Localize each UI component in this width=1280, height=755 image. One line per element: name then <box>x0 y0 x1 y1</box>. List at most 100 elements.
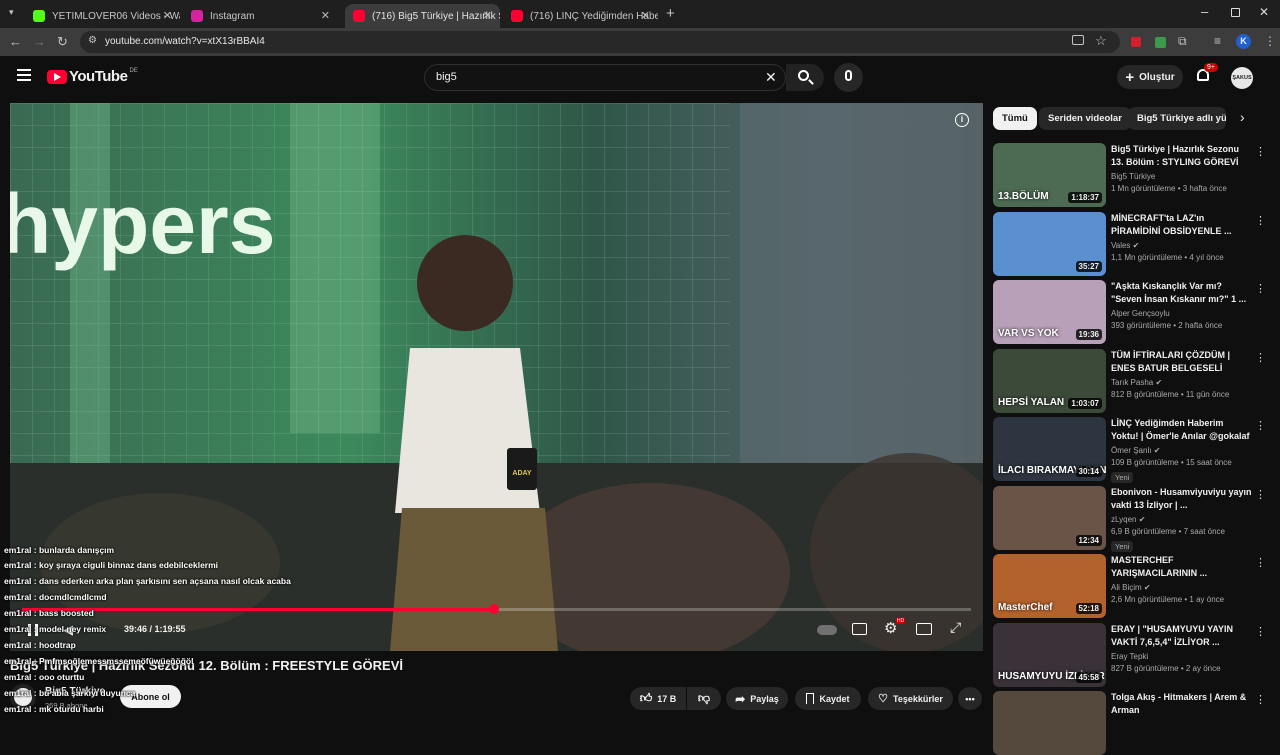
recommendation-item[interactable]: VAR VS YOK 19:36 "Aşkta Kıskançlık Var mı?… <box>993 280 1280 344</box>
video-title[interactable]: Ebonivon - Husamviyuviyu yayın vakti 13 … <box>1111 486 1253 512</box>
channel-name[interactable]: zLyqen ✔ <box>1111 515 1253 524</box>
channel-name[interactable]: Alper Gençsoylu <box>1111 309 1253 318</box>
info-icon[interactable]: i <box>955 113 969 127</box>
search-button[interactable] <box>786 64 824 91</box>
minimize-button[interactable]: – <box>1201 4 1208 19</box>
browser-tab[interactable]: YETIMLOVER06 Videos - Watch✕ <box>25 4 180 28</box>
video-thumbnail[interactable]: VAR VS YOK 19:36 <box>993 280 1106 344</box>
hamburger-menu-icon[interactable] <box>17 69 31 81</box>
recommendation-item[interactable]: İLACI BIRAKMAYI BEN İS30:14LİNÇ Yediğimd… <box>993 417 1280 483</box>
extension-icon[interactable] <box>1131 37 1141 47</box>
recommendation-item[interactable]: HEPSİ YALAN 1:03:07 TÜM İFTİRALARI ÇÖZDÜM … <box>993 348 1280 413</box>
youtube-logo[interactable]: YouTube DE <box>47 68 138 85</box>
channel-name[interactable]: Tarık Pasha ✔ <box>1111 378 1253 387</box>
profile-avatar[interactable]: K <box>1236 34 1251 49</box>
more-options-icon[interactable]: ⋮ <box>1255 625 1266 638</box>
video-title[interactable]: LİNÇ Yediğimden Haberim Yoktu! | Ömer'le… <box>1111 417 1253 443</box>
new-tab-button[interactable]: + <box>666 5 675 22</box>
puzzle-icon[interactable]: ⧉ <box>1178 34 1187 49</box>
chip-channel-uploads[interactable]: Big5 Türkiye adlı yükl <box>1128 107 1226 130</box>
autoplay-toggle[interactable] <box>817 625 837 635</box>
video-duration: 52:18 <box>1075 603 1102 614</box>
maximize-button[interactable] <box>1231 8 1240 17</box>
chips-next-chevron-icon[interactable]: › <box>1240 109 1245 125</box>
notifications-button[interactable]: 9+ <box>1195 63 1218 84</box>
more-options-icon[interactable]: ⋮ <box>1255 282 1266 295</box>
thanks-button[interactable]: ♡ Teşekkürler <box>868 687 953 710</box>
more-options-icon[interactable]: ⋮ <box>1255 693 1266 706</box>
like-button[interactable]: 👍︎ 17 B <box>630 687 686 710</box>
more-options-icon[interactable]: ⋮ <box>1255 419 1266 432</box>
browser-tab[interactable]: Instagram ✕ <box>183 4 338 28</box>
video-thumbnail[interactable]: 12:34 <box>993 485 1106 550</box>
progress-bar[interactable] <box>22 604 971 614</box>
video-thumbnail[interactable]: 13.BÖLÜM 1:18:37 <box>993 143 1106 207</box>
video-thumbnail[interactable]: İLACI BIRAKMAYI BEN İS30:14 <box>993 417 1106 481</box>
address-bar[interactable]: ⚙ youtube.com/watch?v=xtX13rBBAI4 ☆ <box>80 31 1120 53</box>
tab-close-icon[interactable]: ✕ <box>641 9 650 22</box>
video-thumbnail[interactable]: HUSAMYUYU İZLİYOR 45:58 <box>993 622 1106 687</box>
video-title[interactable]: MASTERCHEF YARIŞMACILARININ ... <box>1111 554 1253 580</box>
recommendation-item[interactable]: MasterChef 52:18 MASTERCHEF YARIŞMACILARIN… <box>993 554 1280 618</box>
voice-search-button[interactable] <box>834 63 863 92</box>
recommendation-item[interactable]: 13.BÖLÜM 1:18:37 Big5 Türkiye | Hazırlık S… <box>993 143 1280 207</box>
subtitles-icon[interactable] <box>852 623 867 635</box>
save-button[interactable]: Kaydet <box>795 687 861 710</box>
video-title[interactable]: MİNECRAFT'ta LAZ'ın PİRAMİDİNİ OBSİDYENL… <box>1111 212 1253 238</box>
chat-message: em1ral : hoodtrap <box>4 640 76 650</box>
recommendation-item[interactable]: 35:27 MİNECRAFT'ta LAZ'ın PİRAMİDİNİ OBSİ… <box>993 211 1280 276</box>
more-options-icon[interactable]: ⋮ <box>1255 214 1266 227</box>
subscribe-label: Abone ol <box>131 691 170 702</box>
back-icon[interactable]: ← <box>9 34 22 49</box>
tab-close-icon[interactable]: ✕ <box>163 9 172 22</box>
theater-mode-icon[interactable] <box>916 623 932 635</box>
recommendation-item[interactable]: HUSAMYUYU İZLİYOR 45:58 ERAY | "HUSAMYUYU … <box>993 622 1280 687</box>
channel-name[interactable]: Ömer Şanlı ✔ <box>1111 446 1253 455</box>
video-title[interactable]: "Aşkta Kıskançlık Var mı? "Seven İnsan K… <box>1111 280 1253 306</box>
video-title[interactable]: Tolga Akış - Hitmakers | Arem & Arman <box>1111 691 1253 717</box>
video-title[interactable]: ERAY | "HUSAMYUYU YAYIN VAKTİ 7,6,5,4" İ… <box>1111 623 1253 649</box>
more-actions-button[interactable]: ••• <box>958 687 982 710</box>
chip-all[interactable]: Tümü <box>993 107 1037 130</box>
reload-icon[interactable]: ↻ <box>57 34 68 50</box>
video-thumbnail[interactable] <box>993 691 1106 755</box>
account-avatar[interactable]: ŞAKUS <box>1231 67 1253 89</box>
video-thumbnail[interactable]: HEPSİ YALAN 1:03:07 <box>993 348 1106 413</box>
dislike-button[interactable]: 👎︎ <box>687 687 721 710</box>
site-info-icon[interactable]: ⚙ <box>88 35 97 46</box>
tab-close-icon[interactable]: ✕ <box>483 9 492 22</box>
channel-name[interactable]: Vales ✔ <box>1111 241 1253 250</box>
clear-search-icon[interactable]: ✕ <box>765 69 777 86</box>
media-control-icon[interactable]: ≡ <box>1214 34 1221 48</box>
verified-check-icon: ✔ <box>1138 514 1146 524</box>
browser-tab[interactable]: (716) LİNÇ Yediğimden Haberim✕ <box>503 4 658 28</box>
more-options-icon[interactable]: ⋮ <box>1255 351 1266 364</box>
more-options-icon[interactable]: ⋮ <box>1255 488 1266 501</box>
cast-icon[interactable] <box>1072 35 1084 45</box>
share-button[interactable]: ➦ Paylaş <box>726 687 788 710</box>
close-window-button[interactable]: ✕ <box>1259 5 1269 19</box>
channel-name[interactable]: Big5 Türkiye <box>1111 172 1253 181</box>
channel-name[interactable]: Eray Tepki <box>1111 652 1253 661</box>
chat-username: em1ral <box>4 704 32 714</box>
create-button[interactable]: + Oluştur <box>1117 65 1183 89</box>
recommendation-item[interactable]: 12:34 Ebonivon - Husamviyuviyu yayın vakt… <box>993 485 1280 552</box>
tab-close-icon[interactable]: ✕ <box>321 9 330 22</box>
extension-icon[interactable] <box>1155 37 1166 48</box>
video-thumbnail[interactable]: 35:27 <box>993 211 1106 276</box>
fullscreen-icon[interactable]: ⤢ <box>950 619 961 636</box>
search-input[interactable]: big5 ✕ <box>424 64 786 91</box>
video-title[interactable]: Big5 Türkiye | Hazırlık Sezonu 13. Bölüm… <box>1111 143 1253 169</box>
recommendation-item[interactable]: Tolga Akış - Hitmakers | Arem & Arman ⋮ <box>993 691 1280 755</box>
bookmark-star-icon[interactable]: ☆ <box>1095 33 1107 49</box>
more-options-icon[interactable]: ⋮ <box>1255 556 1266 569</box>
channel-name[interactable]: Ali Biçim ✔ <box>1111 583 1253 592</box>
tab-search-icon[interactable]: ▾ <box>9 7 14 18</box>
menu-dots-icon[interactable]: ⋮ <box>1264 34 1276 48</box>
video-title[interactable]: TÜM İFTİRALARI ÇÖZDÜM | ENES BATUR BELGE… <box>1111 349 1253 375</box>
browser-tab[interactable]: (716) Big5 Türkiye | Hazırlık Se ✕ <box>345 4 500 28</box>
chip-series[interactable]: Seriden videolar <box>1039 107 1131 130</box>
more-options-icon[interactable]: ⋮ <box>1255 145 1266 158</box>
video-thumbnail[interactable]: MasterChef 52:18 <box>993 554 1106 618</box>
forward-icon[interactable]: → <box>33 34 46 49</box>
